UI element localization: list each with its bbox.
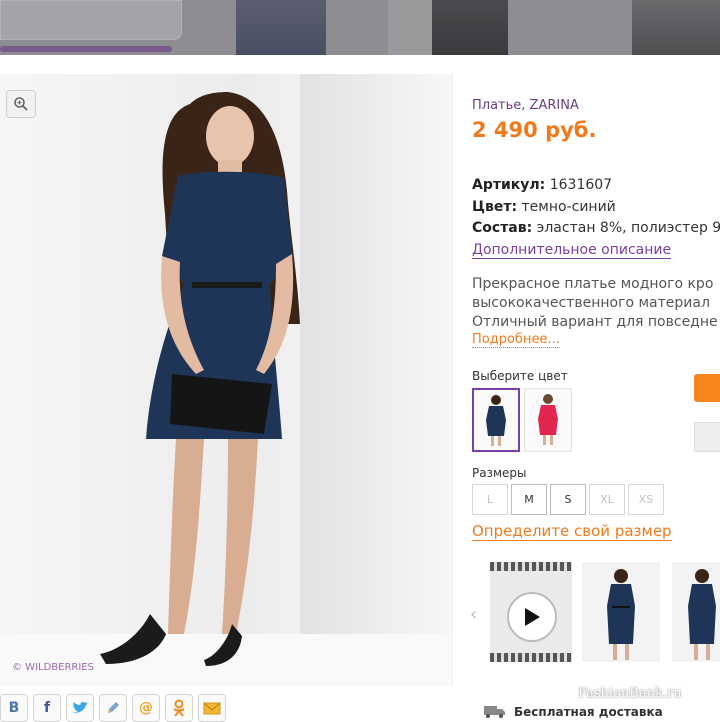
divider xyxy=(452,74,453,686)
navy-dress-thumbnail xyxy=(486,395,506,446)
top-banner-strip xyxy=(0,0,720,55)
photo-watermark: © WILDBERRIES xyxy=(12,662,94,673)
read-more-link[interactable]: Подробнее... xyxy=(472,332,560,348)
thumbnails-prev-arrow[interactable]: ‹ xyxy=(470,604,477,625)
delivery-truck-icon xyxy=(484,706,505,718)
top-menu-underline xyxy=(0,46,172,52)
product-brand-line: Платье, ZARINA xyxy=(472,98,579,113)
product-photo[interactable] xyxy=(0,74,452,686)
odnoklassniki-share-icon[interactable] xyxy=(165,694,193,722)
film-strip-bottom xyxy=(490,653,572,662)
spec-value: темно-синий xyxy=(521,199,616,215)
vk-share-icon[interactable]: B xyxy=(0,694,28,722)
livejournal-share-icon[interactable] xyxy=(99,694,127,722)
size-selector: L M S XL XS xyxy=(472,484,664,515)
product-price: 2 490 руб. xyxy=(472,118,597,142)
spec-article: Артикул: 1631607 xyxy=(472,177,612,193)
banner-image-4[interactable] xyxy=(632,0,720,55)
color-swatch-red[interactable] xyxy=(524,388,572,452)
model-figure xyxy=(100,92,300,666)
mailru-share-icon[interactable]: @ xyxy=(132,694,160,722)
video-thumbnail[interactable] xyxy=(490,562,572,662)
twitter-share-icon[interactable] xyxy=(66,694,94,722)
banner-image-3[interactable] xyxy=(432,0,508,55)
red-dress-thumbnail xyxy=(538,394,558,445)
magnifier-icon xyxy=(14,97,28,111)
play-icon[interactable] xyxy=(507,592,557,642)
sizes-label: Размеры xyxy=(472,466,527,480)
color-select-label: Выберите цвет xyxy=(472,369,568,383)
size-option-l[interactable]: L xyxy=(472,484,508,515)
free-delivery-text: Бесплатная доставка xyxy=(514,705,663,719)
spec-key: Цвет: xyxy=(472,199,518,215)
gallery-thumbnail-front[interactable] xyxy=(582,562,660,662)
color-swatch-navy[interactable] xyxy=(472,388,520,452)
spec-value: 1631607 xyxy=(549,177,613,193)
size-option-s[interactable]: S xyxy=(550,484,586,515)
find-your-size-link[interactable]: Определите свой размер xyxy=(472,522,672,541)
site-watermark: FashionBank.ru xyxy=(578,686,682,701)
description-line: Прекрасное платье модного кро xyxy=(472,276,714,292)
size-option-xs[interactable]: XS xyxy=(628,484,664,515)
extra-description-link[interactable]: Дополнительное описание xyxy=(472,242,672,259)
spec-value: эластан 8%, полиэстер 9 xyxy=(536,220,720,236)
spec-composition: Состав: эластан 8%, полиэстер 9 xyxy=(472,220,720,236)
size-option-m[interactable]: M xyxy=(511,484,547,515)
share-bar: B f @ xyxy=(0,694,226,722)
gallery-thumbnail-side[interactable] xyxy=(672,562,720,662)
spec-key: Состав: xyxy=(472,220,533,236)
banner-image-1[interactable] xyxy=(236,0,326,55)
film-strip-top xyxy=(490,562,572,571)
top-menu-tab[interactable] xyxy=(0,0,182,40)
zoom-button[interactable] xyxy=(6,90,36,118)
size-option-xl[interactable]: XL xyxy=(589,484,625,515)
facebook-share-icon[interactable]: f xyxy=(33,694,61,722)
spec-color: Цвет: темно-синий xyxy=(472,199,616,215)
spec-key: Артикул: xyxy=(472,177,546,193)
email-share-icon[interactable] xyxy=(198,694,226,722)
description-line: Отличный вариант для повседне xyxy=(472,314,718,330)
description-line: высококачественного материал xyxy=(472,295,710,311)
product-description: Прекрасное платье модного кро высококаче… xyxy=(472,275,720,332)
add-to-cart-button[interactable] xyxy=(694,374,720,402)
wishlist-button[interactable] xyxy=(694,422,720,452)
